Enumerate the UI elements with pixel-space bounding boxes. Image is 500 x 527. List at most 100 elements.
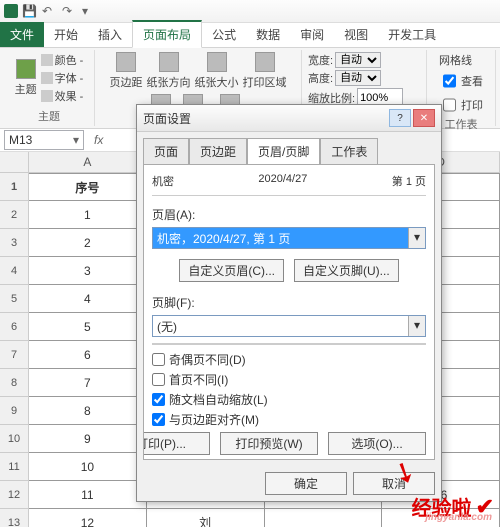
cell[interactable]: 刘 xyxy=(147,509,265,527)
theme-fonts[interactable]: 字体 - xyxy=(41,70,84,86)
theme-effects[interactable]: 效果 - xyxy=(41,88,84,104)
row-header[interactable]: 8 xyxy=(0,369,29,397)
dialog-title: 页面设置 xyxy=(143,110,191,127)
print-preview-button[interactable]: 打印预览(W) xyxy=(220,432,318,455)
chk-scale[interactable]: 随文档自动缩放(L) xyxy=(152,391,426,408)
footer-preview xyxy=(152,343,426,345)
tab-insert[interactable]: 插入 xyxy=(88,22,132,47)
tab-developer[interactable]: 开发工具 xyxy=(378,22,446,47)
row-header[interactable]: 1 xyxy=(0,173,29,201)
tab-review[interactable]: 审阅 xyxy=(290,22,334,47)
cell[interactable]: 10 xyxy=(29,453,147,481)
options-button[interactable]: 选项(O)... xyxy=(328,432,426,455)
cell[interactable]: 序号 xyxy=(29,173,147,201)
chk-align[interactable]: 与页边距对齐(M) xyxy=(152,411,426,428)
cell[interactable]: 11 xyxy=(29,481,147,509)
cell[interactable]: 7 xyxy=(29,369,147,397)
cell[interactable]: 1 xyxy=(29,201,147,229)
tab-page-layout[interactable]: 页面布局 xyxy=(132,20,202,48)
redo-icon[interactable]: ↷ xyxy=(62,4,76,18)
themes-button[interactable]: 主题 xyxy=(15,59,37,97)
row-header[interactable]: 9 xyxy=(0,397,29,425)
excel-app-icon xyxy=(4,4,18,18)
cell[interactable]: 6 xyxy=(29,341,147,369)
gridlines-print-check[interactable] xyxy=(443,97,456,113)
group-label-themes: 主题 xyxy=(10,108,88,124)
orientation-icon xyxy=(159,52,179,72)
chk-oddeven[interactable]: 奇偶页不同(D) xyxy=(152,351,426,368)
chevron-down-icon[interactable]: ▾ xyxy=(408,228,425,248)
row-header[interactable]: 4 xyxy=(0,257,29,285)
close-icon[interactable]: ✕ xyxy=(413,109,435,127)
chk-align-input[interactable] xyxy=(152,413,165,426)
orientation-button[interactable]: 纸张方向 xyxy=(147,52,191,90)
size-icon xyxy=(207,52,227,72)
header-combo[interactable]: 机密，2020/4/27, 第 1 页 ▾ xyxy=(152,227,426,249)
printarea-icon xyxy=(255,52,275,72)
cell[interactable]: 8 xyxy=(29,397,147,425)
cell[interactable] xyxy=(265,509,383,527)
height-select[interactable]: 自动 xyxy=(335,70,381,86)
undo-icon[interactable]: ↶ xyxy=(42,4,56,18)
row-header[interactable]: 2 xyxy=(0,201,29,229)
select-all-corner[interactable] xyxy=(0,152,29,172)
chk-scale-input[interactable] xyxy=(152,393,165,406)
qat-customize-icon[interactable]: ▾ xyxy=(82,4,96,18)
print-area-button[interactable]: 打印区域 xyxy=(243,52,287,90)
page-setup-dialog: 页面设置 ? ✕ 页面 页边距 页眉/页脚 工作表 机密 2020/4/27 第… xyxy=(136,104,442,502)
row-header[interactable]: 6 xyxy=(0,313,29,341)
row-header[interactable]: 3 xyxy=(0,229,29,257)
row-header[interactable]: 10 xyxy=(0,425,29,453)
cell[interactable]: 9 xyxy=(29,425,147,453)
row-header[interactable]: 5 xyxy=(0,285,29,313)
gridlines-label: 网格线 xyxy=(439,52,483,68)
tab-data[interactable]: 数据 xyxy=(246,22,290,47)
size-button[interactable]: 纸张大小 xyxy=(195,52,239,90)
dlg-tab-page[interactable]: 页面 xyxy=(143,138,189,164)
height-label: 高度: xyxy=(308,70,333,86)
effects-icon xyxy=(41,90,53,102)
custom-header-button[interactable]: 自定义页眉(C)... xyxy=(179,259,284,282)
header-label: 页眉(A): xyxy=(152,206,426,223)
col-header-a[interactable]: A xyxy=(29,152,147,172)
margins-icon xyxy=(116,52,136,72)
theme-colors[interactable]: 颜色 - xyxy=(41,52,84,68)
header-preview: 机密 2020/4/27 第 1 页 xyxy=(152,173,426,189)
chk-firstpage[interactable]: 首页不同(I) xyxy=(152,371,426,388)
chevron-down-icon[interactable]: ▾ xyxy=(73,133,79,147)
chk-oddeven-input[interactable] xyxy=(152,353,165,366)
dlg-tab-sheet[interactable]: 工作表 xyxy=(320,138,378,164)
width-label: 宽度: xyxy=(308,52,333,68)
tab-formulas[interactable]: 公式 xyxy=(202,22,246,47)
save-icon[interactable]: 💾 xyxy=(22,4,36,18)
dlg-tab-headerfooter[interactable]: 页眉/页脚 xyxy=(247,138,320,164)
gridlines-view-check[interactable] xyxy=(443,73,456,89)
row-header[interactable]: 13 xyxy=(0,509,29,527)
themes-icon xyxy=(16,59,36,79)
name-box[interactable]: M13▾ xyxy=(4,130,84,150)
cell[interactable]: 2 xyxy=(29,229,147,257)
chk-firstpage-input[interactable] xyxy=(152,373,165,386)
ok-button[interactable]: 确定 xyxy=(265,472,347,495)
cell[interactable]: 12 xyxy=(29,509,147,527)
tab-view[interactable]: 视图 xyxy=(334,22,378,47)
file-tab[interactable]: 文件 xyxy=(0,22,44,47)
footer-combo[interactable]: (无) ▾ xyxy=(152,315,426,337)
watermark: 经验啦 ✔ jingyanla.com xyxy=(412,492,494,521)
row-header[interactable]: 11 xyxy=(0,453,29,481)
dlg-tab-margins[interactable]: 页边距 xyxy=(189,138,247,164)
help-icon[interactable]: ? xyxy=(389,109,411,127)
print-button[interactable]: 打印(P)... xyxy=(143,432,210,455)
margins-button[interactable]: 页边距 xyxy=(110,52,143,90)
cell[interactable]: 3 xyxy=(29,257,147,285)
cell[interactable]: 4 xyxy=(29,285,147,313)
footer-label: 页脚(F): xyxy=(152,294,426,311)
tab-home[interactable]: 开始 xyxy=(44,22,88,47)
chevron-down-icon[interactable]: ▾ xyxy=(408,316,425,336)
row-header[interactable]: 7 xyxy=(0,341,29,369)
width-select[interactable]: 自动 xyxy=(335,52,381,68)
row-header[interactable]: 12 xyxy=(0,481,29,509)
font-icon xyxy=(41,72,53,84)
cell[interactable]: 5 xyxy=(29,313,147,341)
custom-footer-button[interactable]: 自定义页脚(U)... xyxy=(294,259,399,282)
